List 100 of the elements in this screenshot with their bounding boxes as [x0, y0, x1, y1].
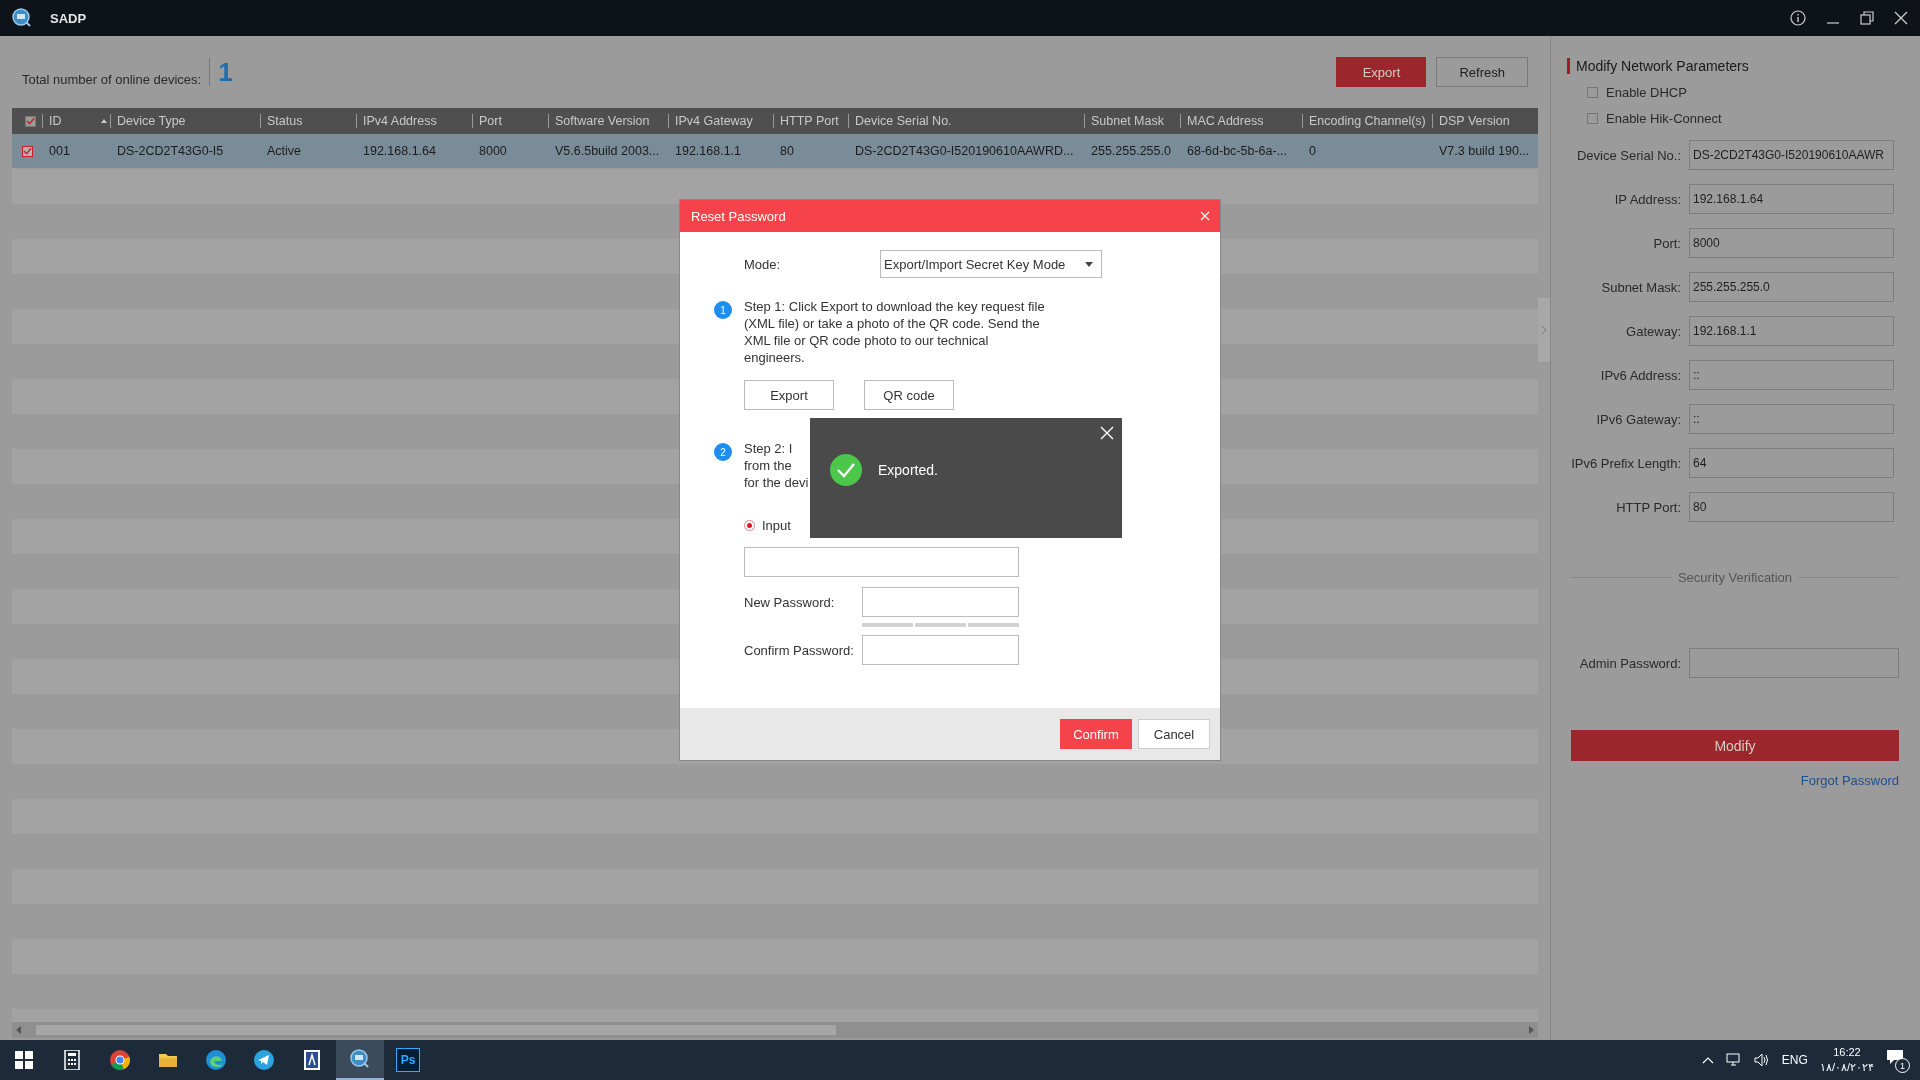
column-header[interactable]: MAC Address [1187, 114, 1264, 128]
notification-button[interactable]: 1 [1886, 1049, 1908, 1071]
language-indicator[interactable]: ENG [1781, 1053, 1808, 1067]
collapse-handle[interactable] [1538, 298, 1550, 362]
column-header[interactable]: Status [267, 114, 303, 128]
radio-option[interactable]: Input [744, 518, 791, 533]
panel-title: Modify Network Parameters [1567, 58, 1899, 74]
browser-icon [110, 1050, 130, 1070]
taskbar-app[interactable] [336, 1040, 384, 1080]
paper-plane-icon [254, 1050, 274, 1070]
password-field[interactable] [1689, 648, 1899, 678]
input-field[interactable]: :: [1689, 404, 1894, 434]
toast-text: Exported. [878, 462, 938, 478]
field-label: IPv6 Gateway: [1595, 411, 1681, 427]
device-count-label: Total number of online devices: [22, 70, 202, 87]
column-header[interactable]: Port [479, 114, 502, 128]
table-cell-text: DS-2CD2T43G0-I5 [116, 144, 225, 158]
field-label: Gateway: [1625, 323, 1681, 339]
mode-dropdown[interactable]: Export/Import Secret Key Mode [880, 250, 1102, 278]
refresh-button[interactable]: Refresh [1436, 57, 1528, 87]
column-header[interactable]: Device Serial No. [855, 114, 952, 128]
field-label: Port: [1652, 235, 1681, 251]
field-label: HTTP Port: [1615, 499, 1681, 515]
checkbox[interactable] [21, 145, 33, 157]
field-label: New Password: [744, 594, 836, 610]
confirm-button[interactable]: Confirm [1060, 719, 1132, 749]
table-cell-text: 192.168.1.64 [362, 144, 437, 158]
table-cell-text: 001 [48, 144, 71, 158]
table-cell-text: Active [266, 144, 303, 158]
table-cell-text: 80 [779, 144, 795, 158]
table-cell-text: 68-6d-bc-5b-6a-... [1186, 144, 1289, 158]
checkbox[interactable] [1587, 87, 1598, 98]
field-label: IPv6 Prefix Length: [1571, 455, 1681, 471]
column-header[interactable]: Encoding Channel(s) [1309, 114, 1426, 128]
chevron-up-icon[interactable] [1701, 1056, 1714, 1064]
app-logo-icon [12, 8, 32, 28]
taskbar-app[interactable]: Ps [384, 1040, 432, 1080]
table-cell-text: V5.6.5build 2003... [554, 144, 661, 158]
input-field[interactable]: 192.168.1.1 [1689, 316, 1894, 346]
input-field[interactable]: 192.168.1.64 [1689, 184, 1894, 214]
modify-button[interactable]: Modify [1571, 730, 1899, 761]
cancel-button[interactable]: Cancel [1138, 719, 1210, 749]
table-cell-text: 192.168.1.1 [674, 144, 743, 158]
column-header[interactable]: ID [49, 114, 62, 128]
export-button[interactable]: Export [744, 380, 834, 410]
input-field[interactable]: 255.255.255.0 [1689, 272, 1894, 302]
step-text: Step 1: Click Export to download the key request file (XML file) or take a photo of the QR code. Send the XML file or QR code photo to our technical engineers. [744, 298, 1046, 366]
checkbox-label: Enable DHCP [1606, 85, 1687, 100]
field-label: IP Address: [1613, 191, 1681, 207]
column-header[interactable]: IPv4 Gateway [675, 114, 753, 128]
table-cell-text: DS-2CD2T43G0-I520190610AAWRD... [854, 144, 1075, 158]
password-field[interactable] [862, 587, 1019, 617]
field-label: Mode: [744, 256, 782, 272]
step-number: 2 [714, 443, 732, 461]
field-label: Subnet Mask: [1600, 279, 1681, 295]
table-row[interactable]: 001 DS-2CD2T43G0-I5 Active 192.168.1.64 8000 V5.6.5build 2003... 192.168.1.1 80 DS-2CD2T43G0-I520190610AAWRD... 255.255.255.0 68-6d-bc-5b-6a-... 0 V7.3 build 190... [12, 134, 1538, 168]
table-cell-text: 0 [1308, 144, 1317, 158]
column-header[interactable]: Subnet Mask [1091, 114, 1164, 128]
table-cell-text: 8000 [478, 144, 508, 158]
checkbox-label: Enable Hik-Connect [1606, 111, 1722, 126]
field-label: IPv6 Address: [1599, 367, 1681, 383]
table-cell-text: V7.3 build 190... [1438, 144, 1531, 158]
field-label: Device Serial No.: [1575, 147, 1681, 163]
globe-icon [206, 1050, 226, 1070]
table-cell-text: 255.255.255.0 [1090, 144, 1172, 158]
input-field[interactable]: :: [1689, 360, 1894, 390]
info-icon[interactable] [1790, 10, 1806, 26]
windows-start-icon [14, 1050, 34, 1070]
column-header[interactable]: Device Type [117, 114, 186, 128]
input-field[interactable]: 8000 [1689, 228, 1894, 258]
field-label: Confirm Password: [744, 642, 855, 658]
check-icon [830, 454, 862, 486]
qr-code-button[interactable]: QR code [864, 380, 954, 410]
forgot-password-link[interactable]: Forgot Password [1800, 773, 1899, 788]
input-field[interactable]: 64 [1689, 448, 1894, 478]
calculator-icon [62, 1050, 82, 1070]
step-number: 1 [714, 301, 732, 319]
document-icon [302, 1050, 322, 1070]
dialog-title: Reset Password [691, 208, 786, 224]
network-icon[interactable] [1725, 1053, 1742, 1067]
column-header[interactable]: IPv4 Address [363, 114, 437, 128]
checkbox[interactable] [1587, 113, 1598, 124]
column-header[interactable]: HTTP Port [780, 114, 839, 128]
window-title: SADP [50, 10, 88, 26]
sort-icon [98, 117, 110, 125]
export-button[interactable]: Export [1336, 57, 1427, 87]
key-field[interactable] [744, 547, 1019, 577]
checkbox[interactable] [24, 115, 36, 127]
input-field[interactable]: DS-2CD2T43G0-I520190610AAWR [1689, 140, 1894, 170]
step-text: Step 2: I from the for the devi [744, 440, 809, 491]
close-icon[interactable] [1894, 11, 1908, 25]
volume-icon[interactable] [1753, 1053, 1770, 1067]
section-heading: Security Verification [1571, 570, 1899, 585]
input-field[interactable]: 80 [1689, 492, 1894, 522]
column-header[interactable]: DSP Version [1439, 114, 1510, 128]
column-header[interactable]: Software Version [555, 114, 650, 128]
magnifier-icon [350, 1049, 370, 1069]
password-field[interactable] [862, 635, 1019, 665]
dropdown-caret-icon [1085, 261, 1093, 267]
restore-icon[interactable] [1860, 11, 1874, 25]
